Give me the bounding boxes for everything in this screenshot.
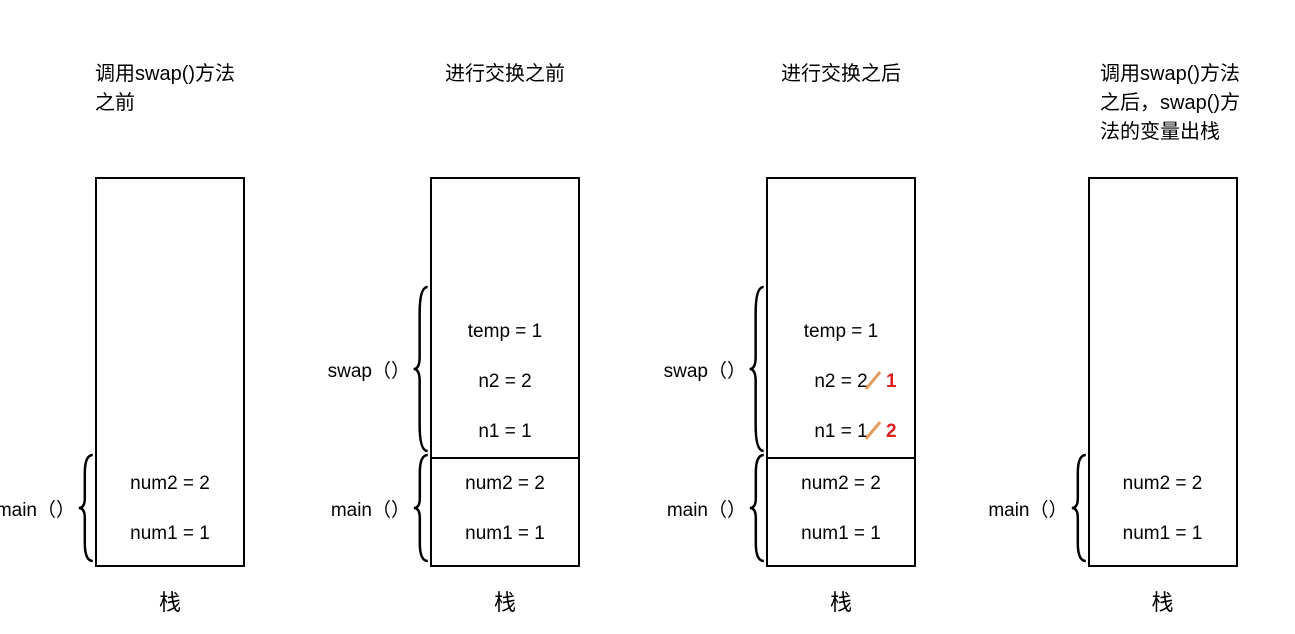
stage-title: 进行交换之后: [781, 60, 901, 147]
brace-icon: [77, 453, 95, 563]
swap-cell: temp = 1: [432, 307, 578, 357]
main-brace-label: main（）: [988, 495, 1067, 522]
stage-title: 调用swap()方法之后，swap()方法的变量出栈: [1030, 60, 1240, 147]
stack-label: 栈: [830, 585, 852, 617]
main-cell: num1 = 1: [1090, 509, 1236, 559]
stack-box: num2 = 2 num1 = 1: [1088, 177, 1238, 567]
main-brace-group: main（）: [331, 453, 430, 563]
main-brace-label: main（）: [0, 495, 75, 522]
main-brace-label: main（）: [667, 495, 746, 522]
stage-before-call: 调用swap()方法之前 main（） num2 = 2 num1 = 1 栈: [25, 60, 315, 617]
stack-label: 栈: [1151, 585, 1173, 617]
main-cell: num2 = 2: [1090, 459, 1236, 509]
cell-text: n1 = 1: [814, 421, 867, 442]
new-value-n2: 1: [886, 371, 897, 393]
stack-wrapper: main（） num2 = 2 num1 = 1: [95, 177, 245, 567]
brace-icon: [412, 285, 430, 453]
cell-text: n2 = 2: [814, 371, 867, 392]
main-cell: num2 = 2: [768, 457, 914, 509]
stack-wrapper: main（） num2 = 2 num1 = 1: [1088, 177, 1238, 567]
stage-after-return: 调用swap()方法之后，swap()方法的变量出栈 main（） num2 =…: [1030, 60, 1295, 617]
swap-brace-group: swap（）: [664, 285, 766, 453]
stack-box: temp = 1 n2 = 2 1 n1 = 1 2 num2 = 2 num1…: [766, 177, 916, 567]
swap-cell: n1 = 1: [432, 407, 578, 457]
stack-wrapper: swap（） main（） temp = 1 n2 = 2 1 n1 = 1 2: [766, 177, 916, 567]
main-brace-label: main（）: [331, 495, 410, 522]
swap-brace-label: swap（）: [664, 356, 746, 383]
brace-icon: [748, 453, 766, 563]
main-cell: num1 = 1: [432, 509, 578, 559]
main-cell: num1 = 1: [768, 509, 914, 559]
stack-box: num2 = 2 num1 = 1: [95, 177, 245, 567]
stage-title: 进行交换之前: [445, 60, 565, 147]
stack-wrapper: swap（） main（） temp = 1 n2 = 2 n1 = 1 num…: [430, 177, 580, 567]
swap-cell: temp = 1: [768, 307, 914, 357]
stage-title: 调用swap()方法之前: [25, 60, 235, 147]
brace-icon: [412, 453, 430, 563]
stage-before-exchange: 进行交换之前 swap（） main（） temp = 1 n2 = 2 n1 …: [360, 60, 650, 617]
main-cell: num2 = 2: [432, 457, 578, 509]
brace-icon: [1070, 453, 1088, 563]
swap-brace-group: swap（）: [328, 285, 430, 453]
main-brace-group: main（）: [0, 453, 95, 563]
stack-box: temp = 1 n2 = 2 n1 = 1 num2 = 2 num1 = 1: [430, 177, 580, 567]
stack-label: 栈: [159, 585, 181, 617]
swap-cell-n1: n1 = 1 2: [768, 407, 914, 457]
swap-cell-n2: n2 = 2 1: [768, 357, 914, 407]
main-cell: num2 = 2: [97, 459, 243, 509]
main-cell: num1 = 1: [97, 509, 243, 559]
main-brace-group: main（）: [988, 453, 1087, 563]
swap-brace-label: swap（）: [328, 356, 410, 383]
stack-label: 栈: [494, 585, 516, 617]
main-brace-group: main（）: [667, 453, 766, 563]
new-value-n1: 2: [886, 421, 897, 443]
brace-icon: [748, 285, 766, 453]
swap-cell: n2 = 2: [432, 357, 578, 407]
stage-after-exchange: 进行交换之后 swap（） main（） temp = 1 n2 = 2 1 n…: [696, 60, 986, 617]
